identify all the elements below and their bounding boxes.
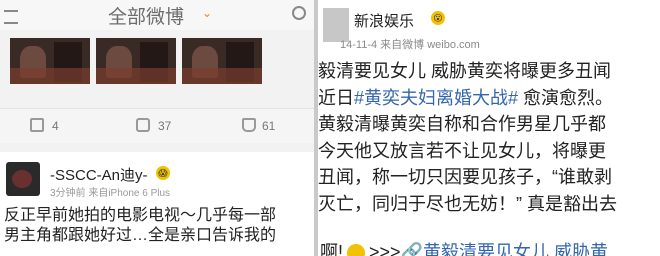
- post-body-line: 丑闻，称一切只因要见孩子，“谁敢剥: [318, 167, 612, 188]
- post-meta: 3分钟前 来自iPhone 6 Plus: [50, 188, 171, 199]
- post-meta: 14-11-4 来自微博 weibo.com: [340, 39, 480, 51]
- post-body: 毅清要见女儿 威胁黄奕将曝更多丑闻 近日#黄奕夫妇离婚大战# 愈演愈烈。 黄毅清…: [318, 58, 660, 218]
- post-body-line: 今天他又放言若不让见女儿，将曝更: [318, 140, 606, 161]
- repost-count[interactable]: 4: [52, 119, 59, 133]
- post-body-line: 灭亡，同归于尽也无妨！” 真是豁出去: [318, 193, 617, 214]
- post-image-thumbnail[interactable]: [10, 38, 90, 84]
- comment-icon[interactable]: [136, 118, 150, 132]
- post-body-line: 黄毅清曝黄奕自称和合作男星几乎都: [318, 114, 606, 135]
- like-icon[interactable]: [242, 118, 256, 132]
- article-link[interactable]: 🔗黄毅清要见女儿 威胁黄: [401, 242, 608, 256]
- feed-title[interactable]: 全部微博: [108, 2, 184, 29]
- menu-icon[interactable]: [4, 10, 18, 24]
- post-body-last-line: 啊! >>>🔗黄毅清要见女儿 威胁黄: [320, 238, 608, 256]
- post-image-thumbnail[interactable]: [182, 38, 262, 84]
- post-text: 反正早前她拍的电影电视～几乎每一部 男主角都跟她好过…全是亲口告诉我的: [4, 206, 316, 246]
- post-text-line: 反正早前她拍的电影电视～几乎每一部: [4, 207, 277, 224]
- emoji-icon: 😱: [156, 166, 170, 180]
- left-feed-panel: 全部微博 ⌄ 4 37 61 -SSCC-An迪y- 😱 3分钟前 来自iPho…: [0, 0, 318, 256]
- feed-header: 全部微博 ⌄: [0, 0, 318, 30]
- chevron-down-icon[interactable]: ⌄: [202, 6, 212, 20]
- avatar[interactable]: [6, 162, 40, 196]
- repost-icon[interactable]: [30, 118, 44, 132]
- search-icon[interactable]: [292, 6, 306, 20]
- post-action-bar: 4 37 61: [0, 108, 318, 143]
- post-username[interactable]: 新浪娱乐: [354, 10, 414, 31]
- post-text-line: 男主角都跟她好过…全是亲口告诉我的: [4, 227, 277, 244]
- right-post-panel: 新浪娱乐 😮 14-11-4 来自微博 weibo.com 毅清要见女儿 威胁黄…: [318, 0, 660, 256]
- post-body-line: 毅清要见女儿 威胁黄奕将曝更多丑闻: [318, 61, 611, 81]
- post-body-line: 近日#黄奕夫妇离婚大战# 愈演愈烈。: [318, 87, 614, 108]
- hashtag-link[interactable]: #黄奕夫妇离婚大战#: [354, 88, 518, 108]
- post-username[interactable]: -SSCC-An迪y-: [50, 164, 148, 185]
- post-image-thumbnail[interactable]: [96, 38, 176, 84]
- comment-count[interactable]: 37: [158, 119, 171, 133]
- feed-post: -SSCC-An迪y- 😱 3分钟前 来自iPhone 6 Plus 反正早前她…: [0, 152, 318, 256]
- like-count[interactable]: 61: [262, 119, 275, 133]
- emoji-icon: [347, 244, 366, 256]
- emoji-icon: 😮: [431, 11, 445, 25]
